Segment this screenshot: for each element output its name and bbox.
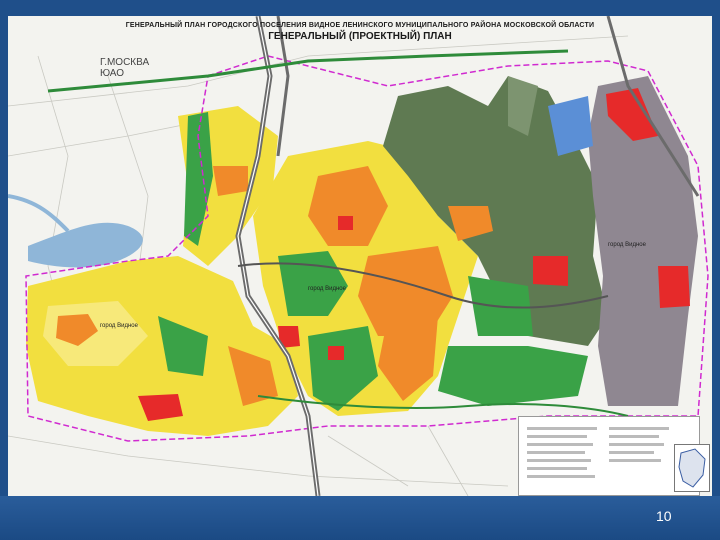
label-district: ЮАО [100, 68, 124, 79]
inset-shape [678, 448, 706, 488]
zone-park-south [438, 346, 588, 406]
label-city-east: город Видное [608, 242, 646, 248]
label-city-center: город Видное [308, 286, 346, 292]
zone-commercial-c3 [328, 346, 344, 360]
zone-commercial-se [658, 266, 690, 308]
legend-row [527, 435, 587, 438]
legend-row [527, 467, 587, 470]
top-bar [0, 0, 720, 16]
map-legend [518, 416, 700, 496]
legend-row [609, 427, 669, 430]
legend-row [527, 459, 591, 462]
legend-row [527, 475, 595, 478]
locator-inset-map [674, 444, 710, 492]
zone-commercial-c2 [338, 216, 353, 230]
zone-commercial-east [533, 256, 568, 286]
legend-row [609, 451, 654, 454]
master-plan-map: ГЕНЕРАЛЬНЫЙ ПЛАН ГОРОДСКОГО ПОСЕЛЕНИЯ ВИ… [8, 16, 712, 496]
bottom-bar [0, 496, 720, 540]
legend-row [609, 459, 661, 462]
river [8, 194, 70, 233]
legend-row [527, 443, 593, 446]
label-moscow: Г.МОСКВА [100, 57, 150, 68]
map-title-line1: ГЕНЕРАЛЬНЫЙ ПЛАН ГОРОДСКОГО ПОСЕЛЕНИЯ ВИ… [125, 22, 595, 29]
map-title-line2: ГЕНЕРАЛЬНЫЙ (ПРОЕКТНЫЙ) ПЛАН [268, 31, 452, 42]
legend-row [609, 443, 664, 446]
page-number: 10 [656, 508, 672, 524]
legend-row [609, 435, 659, 438]
legend-row [527, 451, 585, 454]
zone-public-north [213, 166, 248, 196]
legend-row [527, 427, 597, 430]
label-city-west: город Видное [100, 323, 138, 329]
